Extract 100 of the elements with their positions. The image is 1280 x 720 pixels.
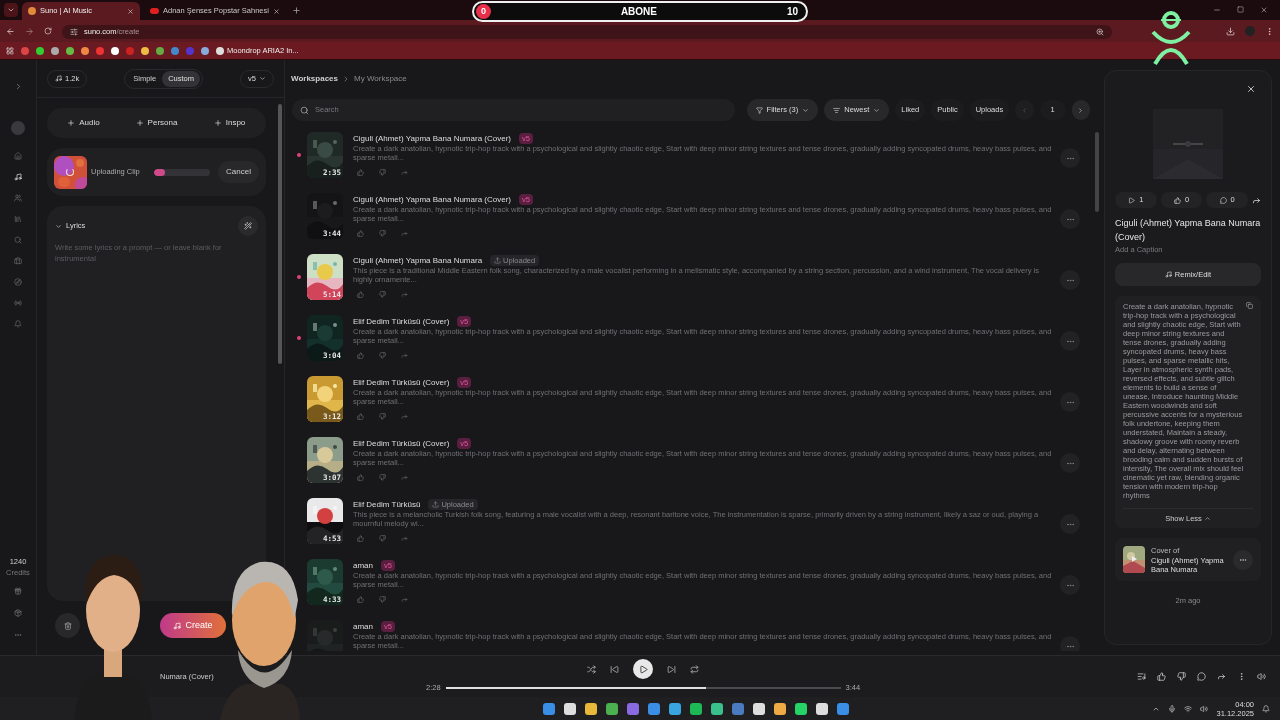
song-title[interactable]: Elif Dedim Türküsü (Cover) [353,376,450,389]
forward-icon [25,26,34,36]
caret-icon [259,75,266,82]
caret-icon [802,106,810,114]
thumbs-down-icon [378,351,386,359]
home-icon [14,152,22,160]
previous-page-button[interactable] [1015,100,1034,120]
cancel-button[interactable]: Cancel [218,161,259,183]
magic-button[interactable] [238,216,258,236]
apps-icon [6,46,14,55]
more-button[interactable] [1060,209,1080,229]
share-icon [400,473,408,481]
song-title[interactable]: aman [353,620,373,633]
scrollbar[interactable] [1095,132,1099,212]
profile-avatar[interactable] [1245,26,1255,36]
subscribe-label: ABONE [619,5,658,19]
thumbs-down-icon [378,290,386,298]
create-button[interactable]: Create [160,613,226,638]
more-button[interactable] [1233,549,1253,570]
add-button[interactable]: Persona [120,108,193,138]
library-icon [14,215,22,223]
share-icon [400,290,408,298]
chevron-right-icon [1077,106,1085,114]
nav-item[interactable] [12,172,24,182]
thumbs-up-icon [356,412,364,420]
app-icon[interactable] [648,702,661,715]
more-icon [1237,672,1246,681]
more-button[interactable] [1060,148,1080,168]
music-note-icon [1164,271,1172,279]
song-title[interactable]: Elif Dedim Türküsü (Cover) [353,437,450,450]
app-icon[interactable] [816,702,829,715]
caret-icon [873,106,881,114]
breadcrumb-current: My Workspace [354,73,407,85]
add-button[interactable]: Inspo [193,108,266,138]
song-title[interactable]: Ciguli (Ahmet) Yapma Bana Numara (Cover) [353,193,511,206]
plus-icon [67,119,76,127]
song-title[interactable]: Ciguli (Ahmet) Yapma Bana Numara (Cover) [353,132,511,145]
app-icon[interactable] [543,702,556,715]
app-icon[interactable] [585,702,598,715]
plus-icon [135,119,144,127]
thumbs-down-icon [378,229,386,237]
more-button[interactable] [1060,575,1080,595]
song-title[interactable]: Ciguli (Ahmet) Yapma Bana Numara [353,254,483,267]
more-button[interactable] [1060,514,1080,534]
more-icon [14,631,22,639]
back-icon [6,26,15,36]
delete-button[interactable] [55,613,80,638]
breadcrumb-link[interactable]: Workspaces [291,73,338,85]
thumbs-up-icon [356,290,364,298]
minimize-icon [1213,6,1221,14]
menu-icon [1265,26,1274,36]
music-icon [14,173,22,181]
more-button[interactable] [1060,636,1080,651]
video-icon [150,8,159,14]
next-page-button[interactable] [1071,100,1090,120]
box-icon [14,609,22,617]
bell-icon [14,320,22,328]
chevron-down-icon [7,6,15,14]
more-button[interactable] [1060,331,1080,351]
user-avatar[interactable] [11,121,25,135]
thumbs-up-icon [356,351,364,359]
site-settings-icon [70,28,78,36]
goal-count: 10 [786,5,798,19]
share-icon [400,229,408,237]
share-icon [1252,195,1261,205]
app-icon[interactable] [774,702,787,715]
close-icon [1260,6,1268,14]
more-button[interactable] [1060,392,1080,412]
compass-icon [14,278,22,286]
more-button[interactable] [1060,453,1080,473]
song-title[interactable]: Elif Dedim Türküsü [353,498,421,511]
share-icon [400,534,408,542]
share-icon [400,412,408,420]
song-title[interactable]: Elif Dedim Türküsü (Cover) [353,315,450,328]
play-button[interactable] [633,659,654,680]
thumbs-down-icon [378,534,386,542]
app-icon[interactable] [753,702,766,715]
close-icon [1246,84,1256,94]
site-icon [28,7,36,15]
app-icon[interactable] [837,702,850,715]
app-icon[interactable] [606,702,619,715]
tab-list-button[interactable] [4,3,18,17]
app-icon[interactable] [669,702,682,715]
play-icon [1128,196,1136,204]
chevron-left-icon [1020,106,1028,114]
music-note-icon [173,621,182,630]
chevron-down-icon [55,222,62,230]
app-icon[interactable] [795,702,808,715]
previous-icon [610,664,620,674]
app-icon[interactable] [690,702,703,715]
app-icon[interactable] [711,702,724,715]
add-button[interactable]: Audio [47,108,120,138]
queue-icon [1137,672,1146,681]
scrollbar[interactable] [278,104,282,364]
briefcase-icon [14,257,22,265]
more-button[interactable] [1060,270,1080,290]
song-title[interactable]: aman [353,559,373,572]
play-icon [638,664,648,674]
app-icon[interactable] [564,702,577,715]
volume-icon [1257,672,1266,681]
